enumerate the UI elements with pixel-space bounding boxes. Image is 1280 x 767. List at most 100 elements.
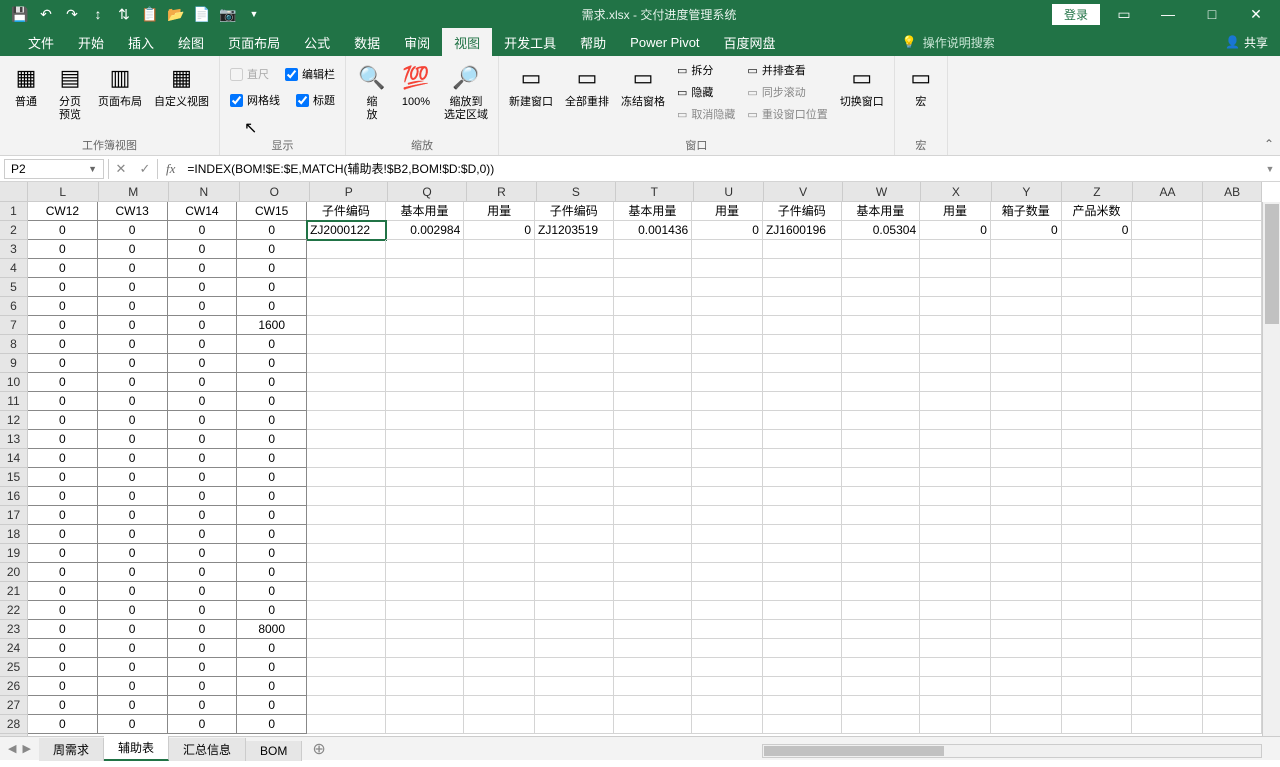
cell-Q14[interactable] [386, 449, 465, 468]
cell-S23[interactable] [535, 620, 614, 639]
cell-Z24[interactable] [1062, 639, 1133, 658]
cell-Z14[interactable] [1062, 449, 1133, 468]
cell-P10[interactable] [307, 373, 386, 392]
cell-X14[interactable] [920, 449, 991, 468]
cell-L24[interactable]: 0 [28, 638, 98, 658]
cell-AA20[interactable] [1132, 563, 1203, 582]
cell-AB7[interactable] [1203, 316, 1262, 335]
cell-N16[interactable]: 0 [167, 486, 238, 506]
cell-W10[interactable] [842, 373, 921, 392]
row-header-3[interactable]: 3 [0, 240, 27, 259]
cell-X9[interactable] [920, 354, 991, 373]
cell-U7[interactable] [692, 316, 763, 335]
cell-Q18[interactable] [386, 525, 465, 544]
cell-L3[interactable]: 0 [28, 239, 98, 259]
cell-L5[interactable]: 0 [28, 277, 98, 297]
row-header-22[interactable]: 22 [0, 601, 27, 620]
cell-U20[interactable] [692, 563, 763, 582]
col-header-AA[interactable]: AA [1133, 182, 1204, 201]
cell-AA15[interactable] [1132, 468, 1203, 487]
cell-M3[interactable]: 0 [97, 239, 168, 259]
cell-N26[interactable]: 0 [167, 676, 238, 696]
cell-X7[interactable] [920, 316, 991, 335]
cell-Y19[interactable] [991, 544, 1062, 563]
cell-V21[interactable] [763, 582, 842, 601]
row-header-18[interactable]: 18 [0, 525, 27, 544]
cell-W20[interactable] [842, 563, 921, 582]
qat-btn-5[interactable]: 📋 [138, 2, 162, 26]
cell-R22[interactable] [464, 601, 535, 620]
cell-R17[interactable] [464, 506, 535, 525]
cell-AA24[interactable] [1132, 639, 1203, 658]
cell-Y10[interactable] [991, 373, 1062, 392]
cell-AB8[interactable] [1203, 335, 1262, 354]
cell-U15[interactable] [692, 468, 763, 487]
cell-N25[interactable]: 0 [167, 657, 238, 677]
cell-Z4[interactable] [1062, 259, 1133, 278]
cell-O27[interactable]: 0 [236, 695, 307, 715]
col-header-Z[interactable]: Z [1062, 182, 1133, 201]
cell-Y21[interactable] [991, 582, 1062, 601]
cell-AA22[interactable] [1132, 601, 1203, 620]
cell-O3[interactable]: 0 [236, 239, 307, 259]
cell-M15[interactable]: 0 [97, 467, 168, 487]
ribbon-btn-自定义视图[interactable]: ▦自定义视图 [150, 60, 213, 111]
menu-页面布局[interactable]: 页面布局 [216, 28, 292, 56]
col-header-Y[interactable]: Y [992, 182, 1063, 201]
cell-W12[interactable] [842, 411, 921, 430]
ribbon-btn-宏[interactable]: ▭宏 [901, 60, 941, 111]
cell-O20[interactable]: 0 [236, 562, 307, 582]
cell-X27[interactable] [920, 696, 991, 715]
cell-O24[interactable]: 0 [236, 638, 307, 658]
cell-N2[interactable]: 0 [167, 220, 238, 240]
cell-M28[interactable]: 0 [97, 714, 168, 734]
cell-P14[interactable] [307, 449, 386, 468]
col-header-P[interactable]: P [310, 182, 388, 201]
cell-S13[interactable] [535, 430, 614, 449]
accept-formula-icon[interactable]: ✓ [133, 159, 157, 179]
cell-AB20[interactable] [1203, 563, 1262, 582]
col-header-Q[interactable]: Q [388, 182, 466, 201]
cell-S14[interactable] [535, 449, 614, 468]
cell-P26[interactable] [307, 677, 386, 696]
cell-T19[interactable] [614, 544, 693, 563]
cell-X15[interactable] [920, 468, 991, 487]
cell-Q21[interactable] [386, 582, 465, 601]
cell-X11[interactable] [920, 392, 991, 411]
cell-X23[interactable] [920, 620, 991, 639]
cell-AA2[interactable] [1132, 221, 1203, 240]
tab-nav-next-icon[interactable]: ▶ [22, 742, 30, 755]
cell-T20[interactable] [614, 563, 693, 582]
tab-nav-prev-icon[interactable]: ◀ [8, 742, 16, 755]
col-header-V[interactable]: V [764, 182, 842, 201]
cell-S27[interactable] [535, 696, 614, 715]
cell-AB5[interactable] [1203, 278, 1262, 297]
cell-S19[interactable] [535, 544, 614, 563]
cell-S25[interactable] [535, 658, 614, 677]
cell-U5[interactable] [692, 278, 763, 297]
cell-Y2[interactable]: 0 [991, 221, 1062, 240]
cell-U24[interactable] [692, 639, 763, 658]
minimize-icon[interactable]: — [1148, 0, 1188, 28]
cell-Y24[interactable] [991, 639, 1062, 658]
cell-P8[interactable] [307, 335, 386, 354]
cell-AB23[interactable] [1203, 620, 1262, 639]
cell-L28[interactable]: 0 [28, 714, 98, 734]
cell-Q23[interactable] [386, 620, 465, 639]
row-header-28[interactable]: 28 [0, 715, 27, 734]
ribbon-btn-新建窗口[interactable]: ▭新建窗口 [505, 60, 557, 111]
cell-Q26[interactable] [386, 677, 465, 696]
cell-Y9[interactable] [991, 354, 1062, 373]
cell-T9[interactable] [614, 354, 693, 373]
cell-Q8[interactable] [386, 335, 465, 354]
cell-Y23[interactable] [991, 620, 1062, 639]
cell-V9[interactable] [763, 354, 842, 373]
cell-R8[interactable] [464, 335, 535, 354]
cell-M13[interactable]: 0 [97, 429, 168, 449]
select-all-corner[interactable] [0, 182, 28, 202]
cell-M2[interactable]: 0 [97, 220, 168, 240]
cell-O4[interactable]: 0 [236, 258, 307, 278]
cell-V10[interactable] [763, 373, 842, 392]
col-header-M[interactable]: M [99, 182, 170, 201]
cell-AB27[interactable] [1203, 696, 1262, 715]
